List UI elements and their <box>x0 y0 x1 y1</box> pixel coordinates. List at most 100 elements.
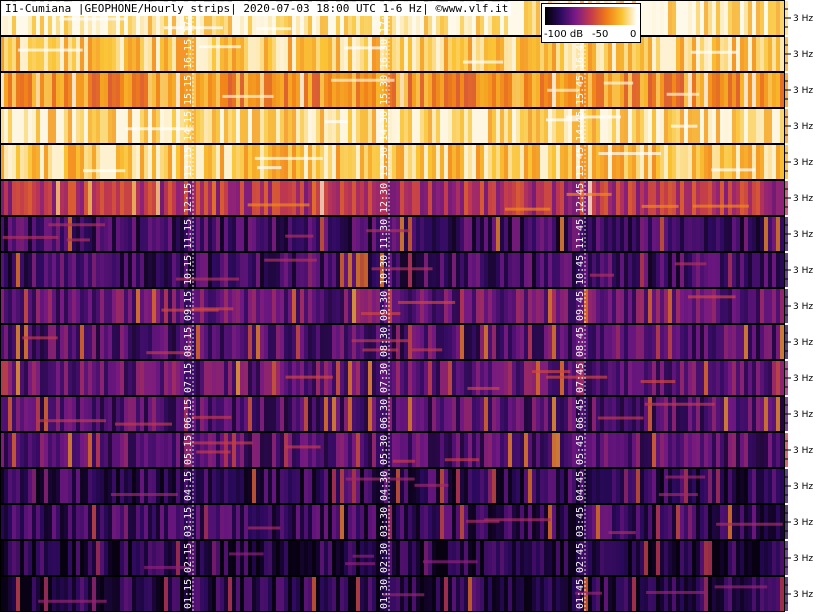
strip-texture <box>144 469 148 503</box>
strip-texture <box>40 145 44 179</box>
strip-texture <box>104 361 108 395</box>
strip-texture <box>236 325 240 359</box>
strip-texture <box>320 577 324 611</box>
strip-texture <box>504 541 508 575</box>
strip-texture <box>104 181 108 215</box>
strip-texture <box>644 505 648 539</box>
strip-texture <box>512 253 516 287</box>
strip-texture <box>484 217 488 251</box>
strip-texture <box>196 361 200 395</box>
strip-texture <box>424 145 428 179</box>
axis-tick-label: 3 Hz <box>793 374 813 384</box>
strip-texture <box>120 181 124 215</box>
strip-texture <box>620 181 624 215</box>
strip-texture <box>632 145 636 179</box>
strip-texture <box>120 541 124 575</box>
strip-activity <box>37 419 106 423</box>
strip-texture <box>64 37 68 71</box>
strip-texture <box>512 37 516 71</box>
strip-texture <box>136 541 140 575</box>
strip-texture <box>776 469 780 503</box>
strip-texture <box>204 181 208 215</box>
strip-texture <box>12 181 16 215</box>
strip-texture <box>752 433 756 467</box>
strip-texture <box>528 469 532 503</box>
strip-texture <box>324 73 328 107</box>
strip-texture <box>204 433 208 467</box>
strip-texture <box>176 109 180 143</box>
strip-texture <box>528 145 532 179</box>
strip-texture <box>112 469 116 503</box>
strip-texture <box>744 325 748 359</box>
strip-texture <box>44 325 48 359</box>
strip-texture <box>756 397 760 431</box>
strip-texture <box>516 577 520 611</box>
strip-texture <box>52 181 56 215</box>
strip-texture <box>40 73 44 107</box>
strip-texture <box>80 577 84 611</box>
strip-texture <box>416 361 420 395</box>
strip-texture <box>4 181 8 215</box>
strip-texture <box>288 469 292 503</box>
axis-tick-label: 3 Hz <box>793 446 813 456</box>
strip-texture <box>588 325 592 359</box>
strip-texture <box>600 109 604 143</box>
strip-texture <box>164 397 168 431</box>
strip-texture <box>208 541 212 575</box>
strip-texture <box>652 217 656 251</box>
strip-texture <box>536 325 540 359</box>
strip-texture <box>692 1 696 35</box>
strip-texture <box>56 181 60 215</box>
strip-texture <box>128 505 132 539</box>
strip-texture <box>556 217 560 251</box>
strip-texture <box>168 289 172 323</box>
strip-texture <box>352 73 356 107</box>
strip-texture <box>312 73 316 107</box>
strip-texture <box>780 325 784 359</box>
strip-texture <box>112 325 116 359</box>
strip-texture <box>348 181 352 215</box>
strip-texture <box>352 541 356 575</box>
strip-texture <box>472 397 476 431</box>
strip-texture <box>256 217 260 251</box>
strip-texture <box>268 325 272 359</box>
strip-texture <box>300 577 304 611</box>
strip-texture <box>696 361 700 395</box>
strip-texture <box>152 577 156 611</box>
strip-texture <box>476 73 480 107</box>
strip-texture <box>396 397 400 431</box>
strip-texture <box>528 433 532 467</box>
strip-texture <box>688 37 692 71</box>
strip-texture <box>32 469 36 503</box>
strip-texture <box>404 361 408 395</box>
strip-texture <box>744 253 748 287</box>
strip-texture <box>72 541 76 575</box>
strip-activity <box>256 27 292 31</box>
strip-texture <box>676 577 680 611</box>
strip-texture <box>168 253 172 287</box>
strip-texture <box>48 577 52 611</box>
strip-texture <box>764 181 768 215</box>
strip-texture <box>60 433 64 467</box>
strip-texture <box>420 541 424 575</box>
strip-texture <box>756 433 760 467</box>
strip-texture <box>216 109 220 143</box>
strip-texture <box>624 109 628 143</box>
strip-texture <box>316 289 320 323</box>
strip-texture <box>536 145 540 179</box>
strip-texture <box>128 253 132 287</box>
strip-texture <box>764 397 768 431</box>
strip-texture <box>732 325 736 359</box>
strip-texture <box>40 469 44 503</box>
strip-texture <box>772 1 776 35</box>
strip-texture <box>48 289 52 323</box>
strip-texture <box>136 37 140 71</box>
strip-texture <box>12 217 16 251</box>
strip-texture <box>656 289 660 323</box>
strip-texture <box>220 37 224 71</box>
strip-texture <box>508 109 512 143</box>
strip-texture <box>700 289 704 323</box>
strip-texture <box>776 1 780 35</box>
strip-texture <box>300 181 304 215</box>
strip-texture <box>748 541 752 575</box>
